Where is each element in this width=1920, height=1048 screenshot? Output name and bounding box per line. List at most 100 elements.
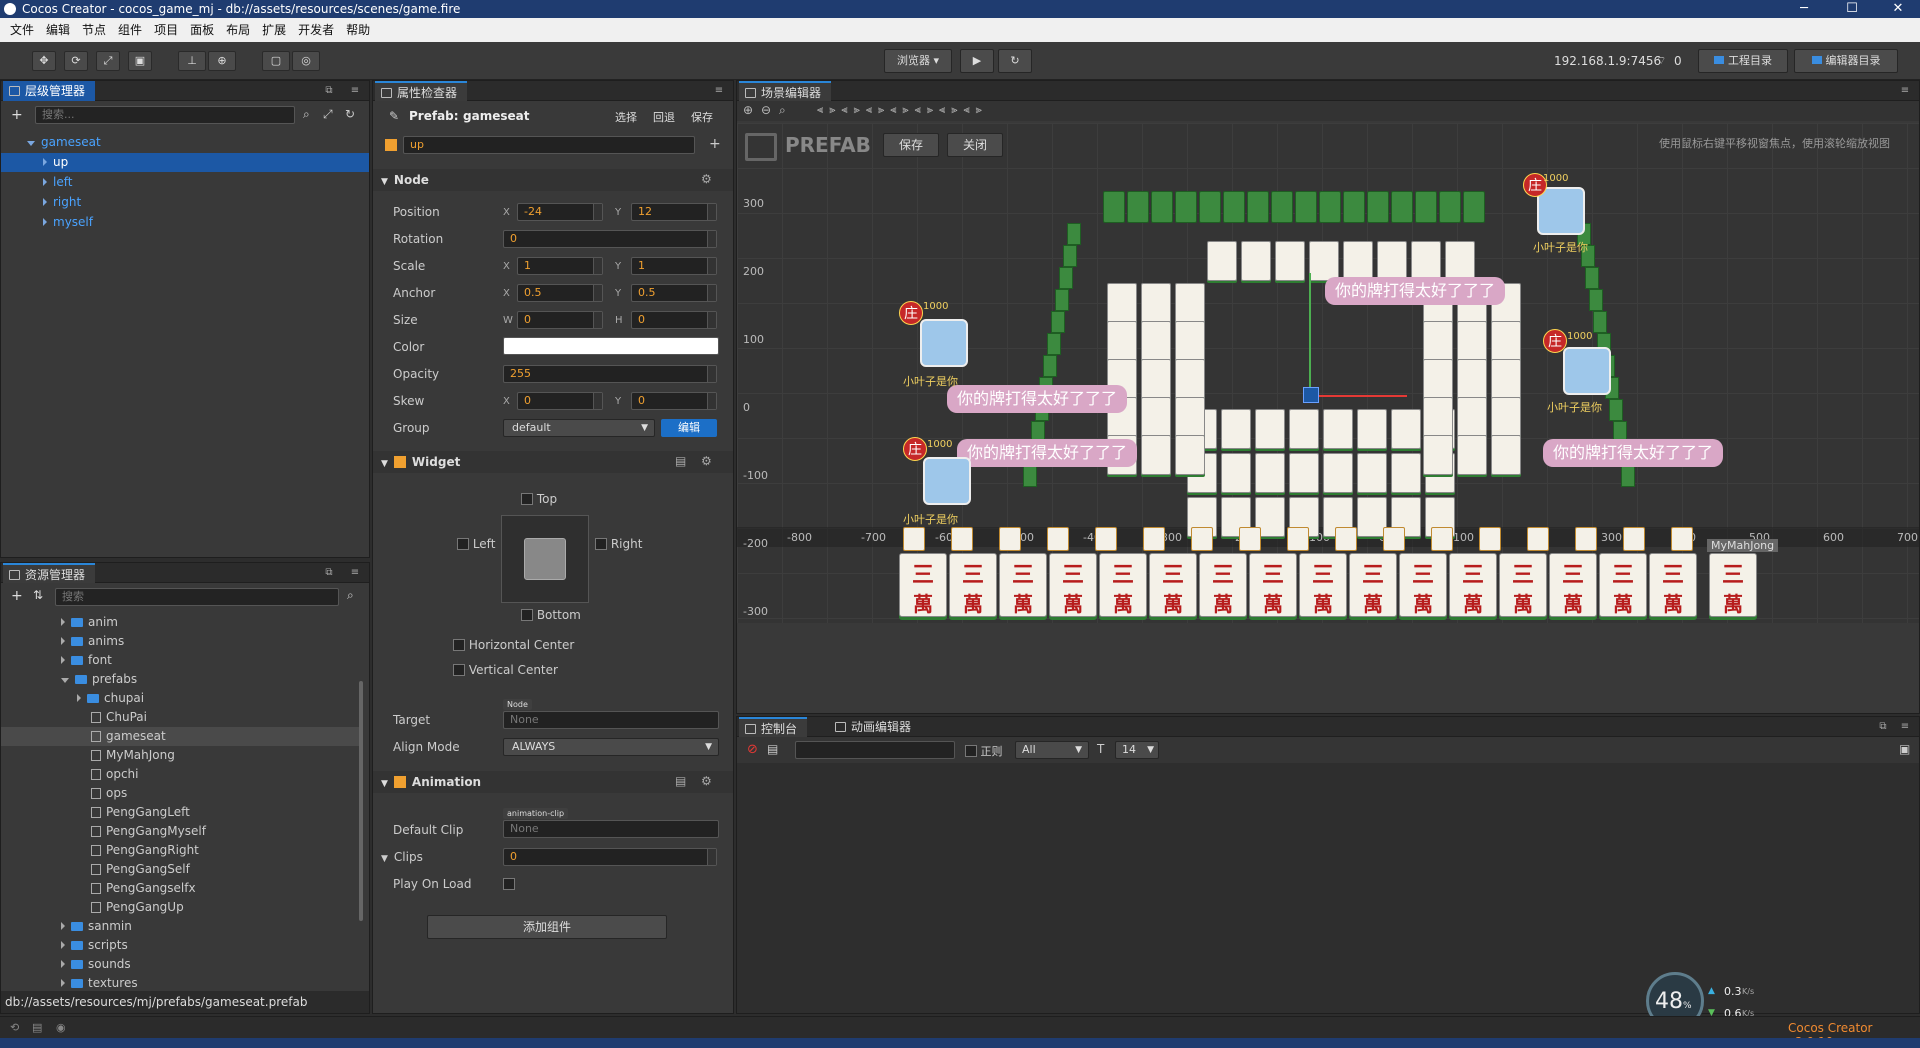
- database-icon[interactable]: ▤: [32, 1021, 42, 1034]
- asset-item[interactable]: MyMahJong: [1, 746, 361, 765]
- asset-item[interactable]: font: [1, 651, 361, 670]
- widget-hcenter-option[interactable]: Horizontal Center: [453, 638, 574, 652]
- prefab-save-button[interactable]: 保存: [691, 109, 713, 125]
- size-w-input[interactable]: 0: [517, 311, 603, 329]
- gear-icon[interactable]: ⚙: [701, 172, 712, 186]
- assets-search-input[interactable]: 搜索: [55, 588, 339, 606]
- move-tool-icon[interactable]: ✥: [32, 51, 56, 71]
- prefab-revert-button[interactable]: 回退: [653, 109, 675, 125]
- tab-inspector[interactable]: 属性检查器: [375, 81, 468, 101]
- refresh-preview-button[interactable]: ↻: [998, 49, 1032, 73]
- asset-item[interactable]: sounds: [1, 955, 361, 974]
- panel-menu-icon[interactable]: ≡: [349, 567, 361, 579]
- prefab-save-scene-button[interactable]: 保存: [883, 133, 939, 157]
- refresh-icon[interactable]: ⟲: [10, 1021, 19, 1034]
- asset-item[interactable]: ChuPai: [1, 708, 361, 727]
- close-window-button[interactable]: ✕: [1876, 0, 1920, 18]
- preview-mode-select[interactable]: 浏览器 ▾: [884, 49, 952, 73]
- console-filter-input[interactable]: [795, 741, 955, 759]
- spinner-icon[interactable]: [707, 393, 716, 409]
- tab-scene[interactable]: 场景编辑器: [739, 81, 832, 101]
- expand-arrow-icon[interactable]: [43, 178, 47, 186]
- asset-item[interactable]: PengGangSelf: [1, 860, 361, 879]
- snap-toggle-icon[interactable]: ▢: [262, 51, 290, 71]
- align-mode-select[interactable]: ALWAYS ▼: [503, 738, 719, 756]
- group-edit-button[interactable]: 编辑: [661, 419, 717, 437]
- tree-item-gameseat[interactable]: gameseat: [1, 133, 369, 152]
- default-clip-field[interactable]: None: [503, 820, 719, 838]
- panel-popout-icon[interactable]: ⧉: [1877, 721, 1889, 733]
- open-editor-dir-button[interactable]: 编辑器目录: [1794, 49, 1898, 73]
- expand-arrow-icon[interactable]: [61, 960, 65, 968]
- zoom-out-icon[interactable]: ⊖: [761, 103, 771, 117]
- animation-enabled-checkbox[interactable]: [393, 776, 406, 788]
- spinner-icon[interactable]: [707, 231, 716, 247]
- node-section-header[interactable]: ▼ Node: [373, 169, 733, 191]
- rect-tool-icon[interactable]: ▣: [128, 51, 152, 71]
- expand-arrow-icon[interactable]: [77, 694, 81, 702]
- clips-label[interactable]: ▼ Clips: [381, 850, 423, 864]
- add-node-icon[interactable]: +: [11, 107, 23, 123]
- expand-arrow-icon[interactable]: [61, 979, 65, 987]
- tree-item-left[interactable]: left: [1, 173, 369, 192]
- asset-item[interactable]: PengGangRight: [1, 841, 361, 860]
- opacity-input[interactable]: 255: [503, 365, 717, 383]
- expand-arrow-icon[interactable]: [43, 158, 47, 166]
- tab-hierarchy[interactable]: 层级管理器: [3, 81, 96, 101]
- menu-file[interactable]: 文件: [4, 18, 40, 42]
- tree-item-myself[interactable]: myself: [1, 213, 369, 232]
- spinner-icon[interactable]: [707, 258, 716, 274]
- vcenter-checkbox[interactable]: [453, 664, 465, 676]
- tab-animation-editor[interactable]: 动画编辑器: [829, 717, 921, 737]
- spinner-icon[interactable]: [593, 285, 602, 301]
- add-property-icon[interactable]: +: [709, 136, 721, 152]
- asset-item[interactable]: PengGangMyself: [1, 822, 361, 841]
- clips-count-input[interactable]: 0: [503, 848, 717, 866]
- anchor-y-input[interactable]: 0.5: [631, 284, 717, 302]
- node-name-input[interactable]: up: [403, 136, 695, 154]
- skew-x-input[interactable]: 0: [517, 392, 603, 410]
- size-h-input[interactable]: 0: [631, 311, 717, 329]
- asset-item[interactable]: PengGangselfx: [1, 879, 361, 898]
- prefab-close-button[interactable]: 关闭: [947, 133, 1003, 157]
- spinner-icon[interactable]: [707, 285, 716, 301]
- panel-menu-icon[interactable]: ≡: [1899, 85, 1911, 97]
- log-level-select[interactable]: All ▼: [1015, 741, 1089, 759]
- spinner-icon[interactable]: [707, 312, 716, 328]
- refresh-icon[interactable]: ↻: [345, 107, 355, 121]
- spinner-icon[interactable]: [707, 366, 716, 382]
- spinner-icon[interactable]: [707, 849, 716, 865]
- menu-extension[interactable]: 扩展: [256, 18, 292, 42]
- widget-vcenter-option[interactable]: Vertical Center: [453, 663, 558, 677]
- target-field[interactable]: None: [503, 711, 719, 729]
- search-icon[interactable]: ⌕: [347, 588, 354, 603]
- menu-panel[interactable]: 面板: [184, 18, 220, 42]
- menu-edit[interactable]: 编辑: [40, 18, 76, 42]
- prefab-select-button[interactable]: 选择: [615, 109, 637, 125]
- tree-item-up[interactable]: up: [1, 153, 369, 172]
- spinner-icon[interactable]: [593, 312, 602, 328]
- expand-arrow-icon[interactable]: [61, 637, 65, 645]
- asset-item[interactable]: prefabs: [1, 670, 361, 689]
- pivot-toggle-icon[interactable]: ⊥: [178, 51, 206, 71]
- gizmo-toggle-icon[interactable]: ◎: [292, 51, 320, 71]
- spinner-icon[interactable]: [593, 258, 602, 274]
- hcenter-checkbox[interactable]: [453, 639, 465, 651]
- assets-scrollbar[interactable]: [359, 681, 363, 921]
- regex-checkbox[interactable]: [965, 745, 977, 757]
- collapse-arrow-icon[interactable]: ▼: [381, 854, 388, 864]
- asset-item[interactable]: anim: [1, 613, 361, 632]
- asset-item[interactable]: chupai: [1, 689, 361, 708]
- scale-y-input[interactable]: 1: [631, 257, 717, 275]
- open-project-dir-button[interactable]: 工程目录: [1698, 49, 1788, 73]
- search-icon[interactable]: ⌕: [303, 107, 310, 122]
- panel-popout-icon[interactable]: ⧉: [323, 85, 335, 97]
- local-global-toggle-icon[interactable]: ⊕: [208, 51, 236, 71]
- panel-menu-icon[interactable]: ≡: [713, 85, 725, 97]
- skew-y-input[interactable]: 0: [631, 392, 717, 410]
- zoom-fit-icon[interactable]: ⌕: [779, 103, 786, 118]
- spinner-icon[interactable]: [707, 204, 716, 220]
- rotate-tool-icon[interactable]: ⟳: [64, 51, 88, 71]
- menu-help[interactable]: 帮助: [340, 18, 376, 42]
- widget-enabled-checkbox[interactable]: [393, 456, 406, 468]
